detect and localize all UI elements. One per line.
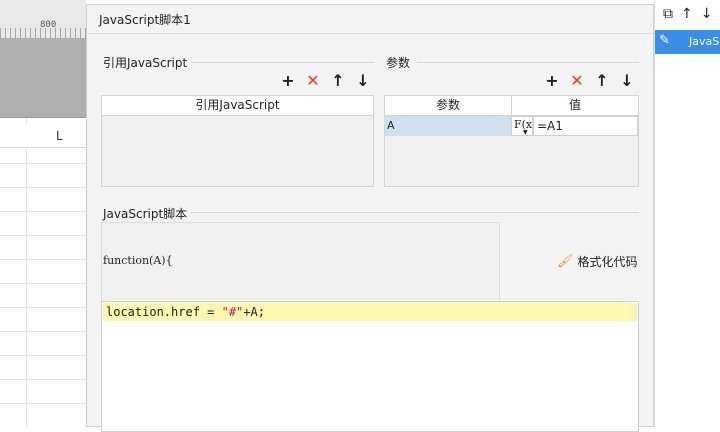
code-token: +A; [243, 305, 265, 319]
copy-icon[interactable]: ⧉ [663, 6, 673, 28]
script-section-label: JavaScript脚本 [103, 207, 188, 221]
code-token: location.href = [106, 305, 222, 319]
param-name-column-header: 参数 [385, 96, 512, 115]
script-section-rule [191, 212, 639, 213]
params-section-label: 参数 [386, 56, 411, 70]
sheet-grid[interactable] [0, 118, 86, 427]
import-move-down-button[interactable]: ↓ [354, 72, 372, 90]
import-section-rule [191, 62, 374, 63]
code-string-token: "#" [221, 305, 244, 319]
param-value-cell[interactable]: =A1 [533, 116, 638, 136]
arrow-down-icon[interactable]: ↓ [701, 6, 713, 28]
spreadsheet-background: 800 L [0, 0, 86, 427]
ruler-ticks [0, 28, 86, 38]
import-remove-button[interactable]: ✕ [304, 72, 322, 90]
param-row[interactable]: A F(x) ▼ =A1 [385, 116, 638, 136]
param-add-button[interactable]: + [543, 72, 561, 90]
title-divider [87, 33, 653, 34]
import-table-header: 引用JavaScript [102, 96, 373, 116]
import-add-button[interactable]: + [279, 72, 297, 90]
format-code-label: 格式化代码 [577, 255, 638, 269]
import-column-header: 引用JavaScript [195, 98, 280, 112]
param-remove-button[interactable]: ✕ [568, 72, 586, 90]
param-value-column-header: 值 [568, 98, 581, 112]
params-table[interactable]: 参数 值 A F(x) ▼ =A1 [384, 95, 639, 187]
param-move-down-button[interactable]: ↓ [618, 72, 636, 90]
dialog-title: JavaScript脚本1 [99, 13, 191, 27]
import-table[interactable]: 引用JavaScript [101, 95, 374, 187]
caret-down-icon: ▼ [523, 129, 528, 136]
column-letter: L [56, 129, 63, 143]
format-code-button[interactable]: 🖌 格式化代码 [557, 253, 638, 270]
code-line-1[interactable]: location.href = "#"+A; [103, 303, 637, 321]
param-name-cell[interactable]: A [385, 116, 511, 136]
function-header-area: function(A){ [101, 222, 500, 302]
function-signature: function(A){ [103, 254, 173, 267]
ruler: 800 [0, 0, 86, 39]
import-section-label: 引用JavaScript [103, 56, 188, 70]
javascript-dialog: JavaScript脚本1 引用JavaScript 参数 + ✕ ↑ ↓ + … [86, 4, 654, 432]
column-header[interactable]: L [0, 125, 86, 148]
pencil-icon: ✎ [659, 33, 670, 48]
arrow-up-icon[interactable]: ↑ [681, 6, 693, 28]
selected-event-item[interactable]: ✎ JavaS [655, 30, 720, 54]
right-panel-toolbar: ⧉ ↑ ↓ [655, 0, 720, 28]
brush-icon: 🖌 [557, 254, 574, 269]
param-move-up-button[interactable]: ↑ [593, 72, 611, 90]
params-section-rule [417, 62, 639, 63]
import-move-up-button[interactable]: ↑ [329, 72, 347, 90]
code-editor[interactable]: location.href = "#"+A; [101, 301, 639, 432]
selected-event-label: JavaS [689, 35, 720, 48]
params-table-header: 参数 值 [385, 96, 638, 116]
right-panel: ⧉ ↑ ↓ ✎ JavaS [654, 0, 720, 427]
formula-fx-button[interactable]: F(x) ▼ [511, 116, 536, 136]
sheet-gray-area [0, 38, 86, 118]
